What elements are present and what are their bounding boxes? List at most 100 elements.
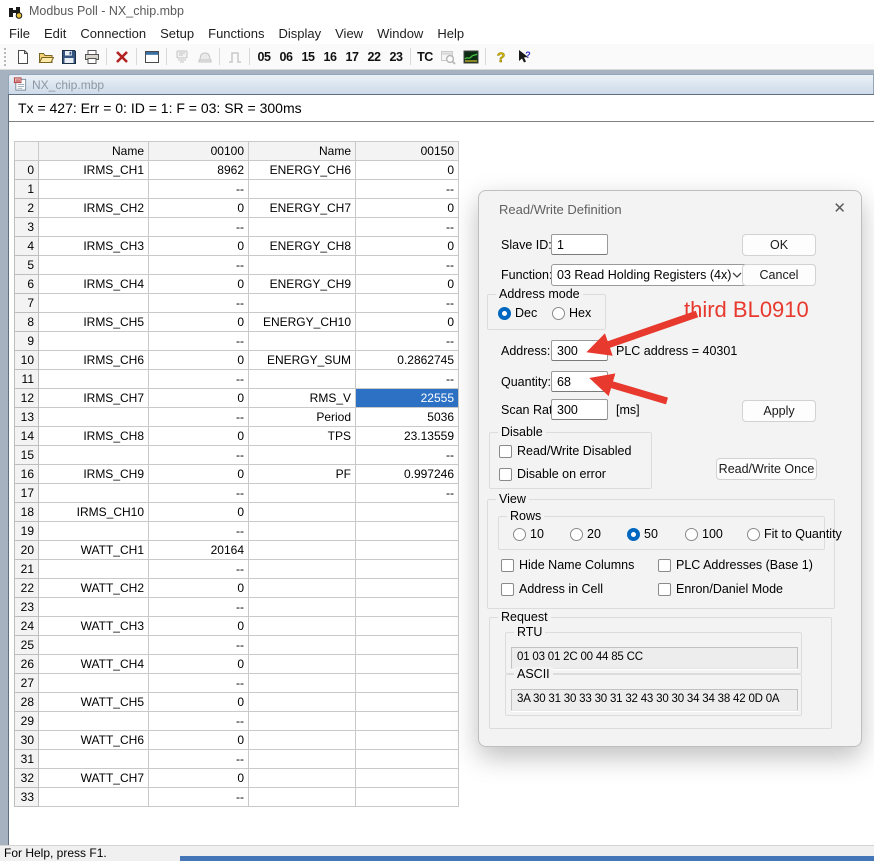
grid-cell[interactable]: 5036 [356, 408, 459, 427]
grid-cell[interactable] [39, 332, 149, 351]
grid-cell[interactable]: -- [149, 446, 249, 465]
slave-id-input[interactable] [551, 234, 608, 255]
grid-cell[interactable] [249, 788, 356, 807]
plc-addresses-checkbox[interactable] [658, 559, 671, 572]
grid-cell[interactable]: 0.997246 [356, 465, 459, 484]
grid-cell[interactable]: 8962 [149, 161, 249, 180]
grid-cell[interactable]: IRMS_CH1 [39, 161, 149, 180]
grid-cell[interactable]: IRMS_CH5 [39, 313, 149, 332]
cancel-button[interactable]: Cancel [742, 264, 816, 286]
hide-name-columns-checkbox[interactable] [501, 559, 514, 572]
grid-cell[interactable]: -- [356, 484, 459, 503]
grid-cell[interactable] [356, 541, 459, 560]
scan-rate-input[interactable] [551, 399, 608, 420]
grid-cell[interactable]: -- [149, 522, 249, 541]
grid-cell[interactable]: 0 [149, 769, 249, 788]
grid-cell[interactable]: -- [149, 636, 249, 655]
grid-cell[interactable]: WATT_CH1 [39, 541, 149, 560]
grid-cell[interactable] [356, 598, 459, 617]
enron-daniel-mode-checkbox[interactable] [658, 583, 671, 596]
grid-cell[interactable]: -- [356, 332, 459, 351]
grid-cell[interactable]: -- [149, 332, 249, 351]
grid-cell[interactable]: 0 [149, 731, 249, 750]
display-setup-button[interactable] [140, 46, 163, 68]
print-button[interactable] [80, 46, 103, 68]
grid-cell[interactable] [356, 750, 459, 769]
grid-cell[interactable] [39, 598, 149, 617]
grid-cell[interactable]: -- [356, 256, 459, 275]
grid-cell[interactable]: IRMS_CH10 [39, 503, 149, 522]
menu-view[interactable]: View [328, 26, 370, 41]
grid-cell[interactable]: 23.13559 [356, 427, 459, 446]
grid-cell[interactable]: IRMS_CH4 [39, 275, 149, 294]
grid-cell[interactable]: ENERGY_CH7 [249, 199, 356, 218]
disconnect-button[interactable] [110, 46, 133, 68]
grid-cell[interactable] [356, 503, 459, 522]
apply-button[interactable]: Apply [742, 400, 816, 422]
grid-cell[interactable]: 0 [149, 465, 249, 484]
grid-cell[interactable] [249, 522, 356, 541]
grid-cell[interactable]: -- [356, 218, 459, 237]
grid-cell[interactable]: 0 [149, 579, 249, 598]
grid-cell[interactable]: 0.2862745 [356, 351, 459, 370]
open-file-button[interactable] [34, 46, 57, 68]
grid-cell[interactable]: -- [356, 370, 459, 389]
grid-cell[interactable]: IRMS_CH6 [39, 351, 149, 370]
grid-cell[interactable] [249, 731, 356, 750]
grid-cell[interactable] [249, 560, 356, 579]
grid-cell[interactable]: 0 [149, 237, 249, 256]
grid-cell[interactable]: 0 [149, 313, 249, 332]
grid-cell[interactable]: 0 [149, 503, 249, 522]
grid-cell[interactable] [39, 218, 149, 237]
grid-cell[interactable] [356, 617, 459, 636]
ok-button[interactable]: OK [742, 234, 816, 256]
grid-cell[interactable]: 0 [356, 161, 459, 180]
grid-cell[interactable] [356, 712, 459, 731]
grid-cell[interactable]: -- [356, 180, 459, 199]
function-15-button[interactable]: 15 [297, 46, 319, 68]
grid-cell[interactable] [39, 294, 149, 313]
rows-50-radio[interactable] [627, 528, 640, 541]
grid-cell[interactable] [249, 636, 356, 655]
grid-cell[interactable]: Period [249, 408, 356, 427]
about-button[interactable]: ? [489, 46, 512, 68]
grid-cell[interactable] [249, 674, 356, 693]
grid-cell[interactable]: -- [149, 788, 249, 807]
menu-display[interactable]: Display [272, 26, 329, 41]
context-help-button[interactable]: ? [512, 46, 535, 68]
grid-cell[interactable] [39, 750, 149, 769]
grid-cell[interactable]: ENERGY_CH9 [249, 275, 356, 294]
grid-cell[interactable]: IRMS_CH3 [39, 237, 149, 256]
grid-cell[interactable] [249, 503, 356, 522]
read-write-disabled-checkbox[interactable] [499, 445, 512, 458]
menu-edit[interactable]: Edit [37, 26, 73, 41]
grid-cell[interactable]: WATT_CH2 [39, 579, 149, 598]
grid-cell[interactable]: -- [149, 484, 249, 503]
grid-cell[interactable]: 0 [356, 237, 459, 256]
function-22-button[interactable]: 22 [363, 46, 385, 68]
grid-cell[interactable] [249, 617, 356, 636]
function-17-button[interactable]: 17 [341, 46, 363, 68]
document-title-bar[interactable]: NX_chip.mbp [8, 74, 874, 94]
grid-cell[interactable]: -- [356, 446, 459, 465]
rows-20-radio[interactable] [570, 528, 583, 541]
grid-cell[interactable] [356, 522, 459, 541]
rows-100-radio[interactable] [685, 528, 698, 541]
grid-cell[interactable]: 0 [149, 389, 249, 408]
grid-cell[interactable]: IRMS_CH8 [39, 427, 149, 446]
grid-cell[interactable] [39, 408, 149, 427]
function-06-button[interactable]: 06 [275, 46, 297, 68]
grid-cell[interactable] [39, 180, 149, 199]
grid-cell[interactable] [356, 769, 459, 788]
grid-cell[interactable] [39, 484, 149, 503]
grid-cell[interactable]: PF [249, 465, 356, 484]
grid-cell[interactable] [249, 446, 356, 465]
grid-cell[interactable]: 0 [356, 313, 459, 332]
grid-cell[interactable] [249, 218, 356, 237]
grid-cell[interactable] [249, 655, 356, 674]
close-icon[interactable]: ✕ [833, 199, 846, 217]
grid-cell[interactable] [356, 788, 459, 807]
menu-help[interactable]: Help [430, 26, 471, 41]
grid-cell[interactable] [356, 655, 459, 674]
grid-cell[interactable] [249, 693, 356, 712]
